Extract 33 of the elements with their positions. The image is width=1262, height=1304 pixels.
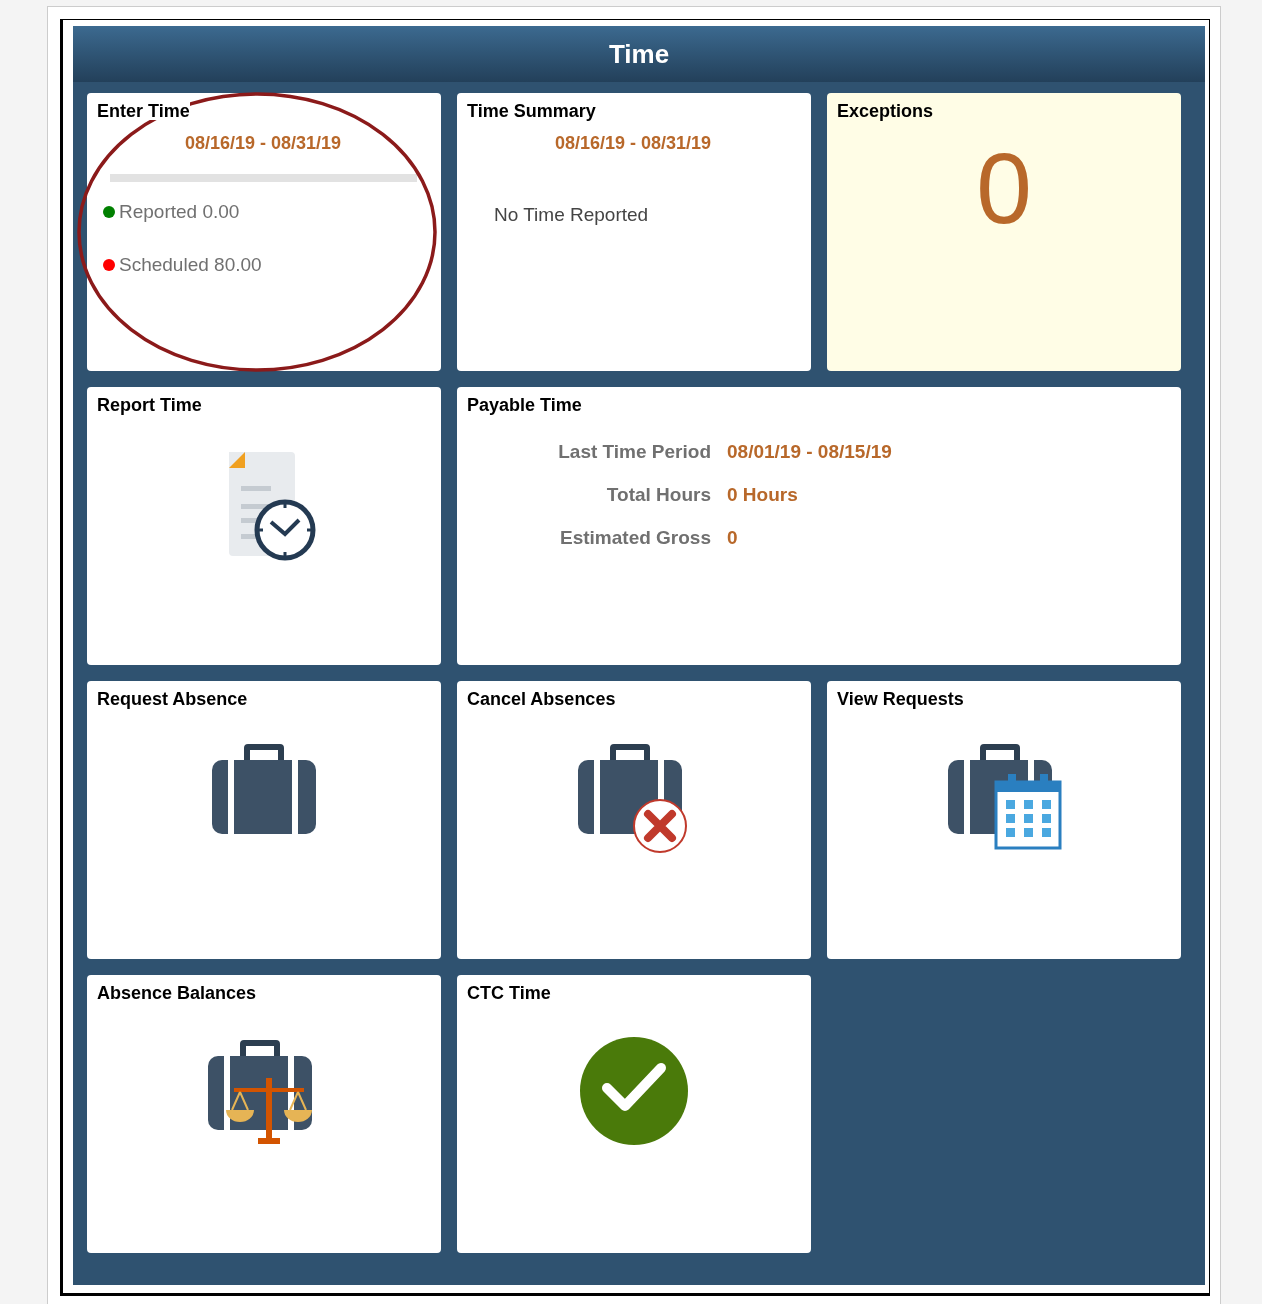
field-label: Estimated Gross — [559, 528, 711, 547]
legend-label: Scheduled 80.00 — [119, 252, 262, 277]
app-tile[interactable]: Absence Balances — [87, 975, 441, 1253]
legend-label: Reported 0.00 — [119, 200, 240, 224]
tile-title: Payable Time — [467, 396, 582, 414]
status-message: No Time Reported — [494, 203, 650, 227]
panel-title: Time — [608, 37, 670, 71]
app-tile[interactable]: Report Time — [87, 387, 441, 665]
field-label: Total Hours — [605, 485, 711, 504]
field-value: 08/01/19 - 08/15/19 — [727, 442, 892, 461]
tile-title: Request Absence — [97, 690, 248, 708]
tile-title: View Requests — [837, 690, 964, 708]
payable-time-tile[interactable]: Payable Time Last Time Period 08/01/19 - 08/15/19 Total Hours 0 Hours Estimated Gross 0 — [457, 387, 1181, 665]
tile-title: Enter Time — [97, 102, 190, 120]
time-summary-tile[interactable]: Time Summary 08/16/19 - 08/31/19 No Time Reported — [457, 93, 811, 371]
pay-period: 08/16/19 - 08/31/19 — [185, 132, 343, 155]
field-value: 0 Hours — [727, 485, 799, 504]
tile-title: Cancel Absences — [467, 690, 616, 708]
exception-count: 0 — [976, 138, 1032, 238]
tile-title: Time Summary — [467, 102, 596, 120]
field-value: 0 — [727, 528, 739, 547]
tile-title: Absence Balances — [97, 984, 257, 1002]
app-tile[interactable]: CTC Time — [457, 975, 811, 1253]
tile-title: CTC Time — [467, 984, 551, 1002]
field-label: Last Time Period — [557, 442, 711, 461]
app-tile[interactable]: Cancel Absences — [457, 681, 811, 959]
tile-title: Report Time — [97, 396, 202, 414]
app-tile[interactable]: Request Absence — [87, 681, 441, 959]
tile-title: Exceptions — [837, 102, 934, 120]
app-tile[interactable]: View Requests — [827, 681, 1181, 959]
checkmark-icon — [579, 1036, 689, 1146]
pay-period: 08/16/19 - 08/31/19 — [555, 132, 713, 155]
exceptions-tile[interactable]: Exceptions 0 — [827, 93, 1181, 371]
